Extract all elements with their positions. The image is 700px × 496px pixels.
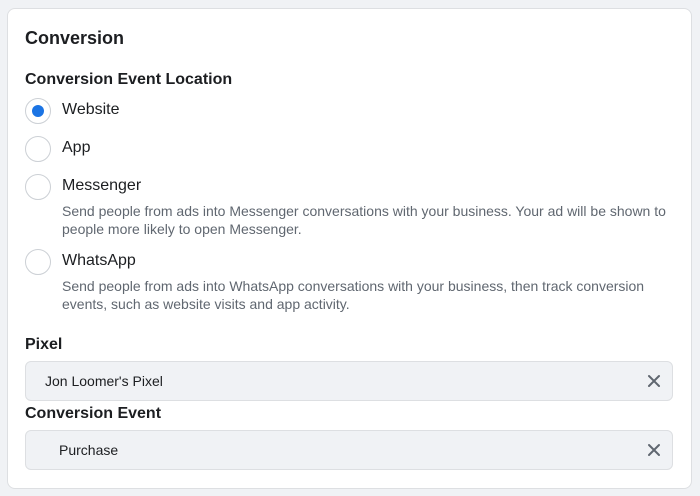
radio-unselected-icon[interactable] — [25, 174, 51, 200]
radio-unselected-icon[interactable] — [25, 249, 51, 275]
radio-option-whatsapp[interactable]: WhatsApp Send people from ads into Whats… — [25, 249, 675, 315]
pixel-select[interactable]: Jon Loomer's Pixel — [25, 361, 673, 401]
radio-option-app[interactable]: App — [25, 136, 675, 164]
radio-dot — [32, 105, 44, 117]
conversion-event-select-value: Purchase — [59, 442, 119, 458]
conversion-event-label: Conversion Event — [25, 405, 162, 422]
radio-option-messenger[interactable]: Messenger Send people from ads into Mess… — [25, 174, 675, 240]
radio-label-whatsapp: WhatsApp — [62, 252, 136, 269]
pixel-select-value: Jon Loomer's Pixel — [45, 373, 163, 389]
radio-unselected-icon[interactable] — [25, 136, 51, 162]
radio-description-whatsapp: Send people from ads into WhatsApp conve… — [62, 278, 645, 312]
conversion-event-select[interactable]: Purchase — [25, 430, 673, 470]
radio-description-messenger: Send people from ads into Messenger conv… — [62, 203, 666, 237]
radio-selected-icon[interactable] — [25, 98, 51, 124]
radio-label-website: Website — [62, 101, 120, 118]
radio-option-website[interactable]: Website — [25, 98, 675, 126]
close-icon[interactable] — [644, 371, 664, 391]
section-title: Conversion — [25, 28, 125, 48]
conversion-event-location-label: Conversion Event Location — [25, 71, 233, 88]
radio-label-messenger: Messenger — [62, 177, 142, 194]
close-icon[interactable] — [644, 440, 664, 460]
conversion-card: Conversion Conversion Event Location Web… — [7, 8, 692, 489]
pixel-label: Pixel — [25, 336, 63, 353]
radio-label-app: App — [62, 139, 91, 156]
